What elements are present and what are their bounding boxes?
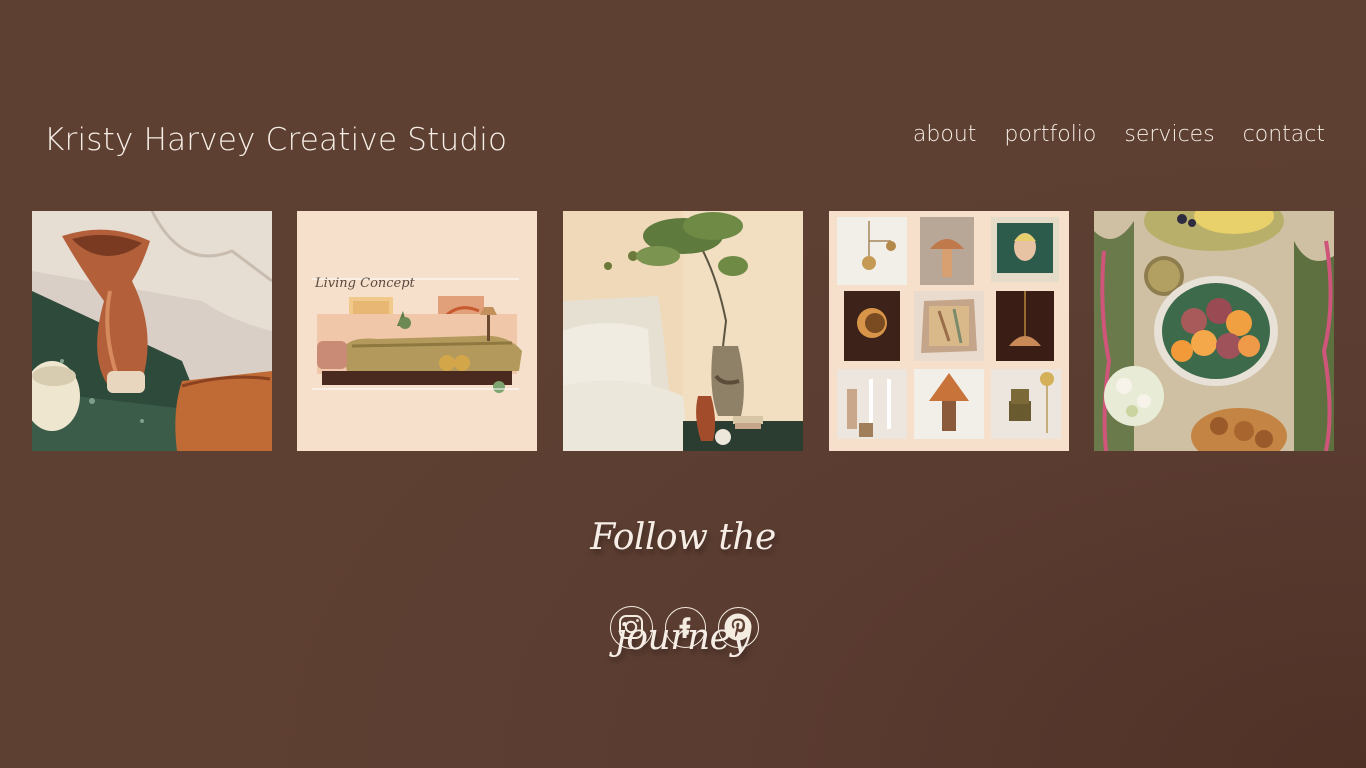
instagram-link[interactable] <box>610 606 653 649</box>
gallery-tile-vase[interactable] <box>32 211 272 451</box>
social-links <box>610 606 759 649</box>
pinterest-icon <box>724 613 752 641</box>
pinterest-link[interactable] <box>718 607 759 648</box>
follow-the-journey-heading: Follow the journey <box>590 517 776 658</box>
facebook-icon <box>679 617 691 638</box>
tablescape-photo <box>1094 211 1334 451</box>
gallery-tile-bedroom[interactable] <box>563 211 803 451</box>
nav-about[interactable]: about <box>913 122 976 147</box>
gallery-tile-lighting[interactable] <box>829 211 1069 451</box>
facebook-link[interactable] <box>665 607 706 648</box>
site-title[interactable]: Kristy Harvey Creative Studio <box>44 122 507 158</box>
moodboard-image: Living Concept <box>297 211 537 451</box>
lighting-grid <box>829 211 1069 451</box>
vase-photo <box>32 211 272 451</box>
nav-services[interactable]: services <box>1124 122 1214 147</box>
instagram-icon <box>619 615 643 639</box>
moodboard-caption: Living Concept <box>314 276 416 291</box>
nav-contact[interactable]: contact <box>1243 122 1325 147</box>
main-nav: about portfolio services contact <box>913 122 1325 147</box>
nav-portfolio[interactable]: portfolio <box>1004 122 1096 147</box>
gallery-tile-moodboard[interactable]: Living Concept <box>297 211 537 451</box>
bedroom-photo <box>563 211 803 451</box>
gallery-tile-tablescape[interactable] <box>1094 211 1334 451</box>
